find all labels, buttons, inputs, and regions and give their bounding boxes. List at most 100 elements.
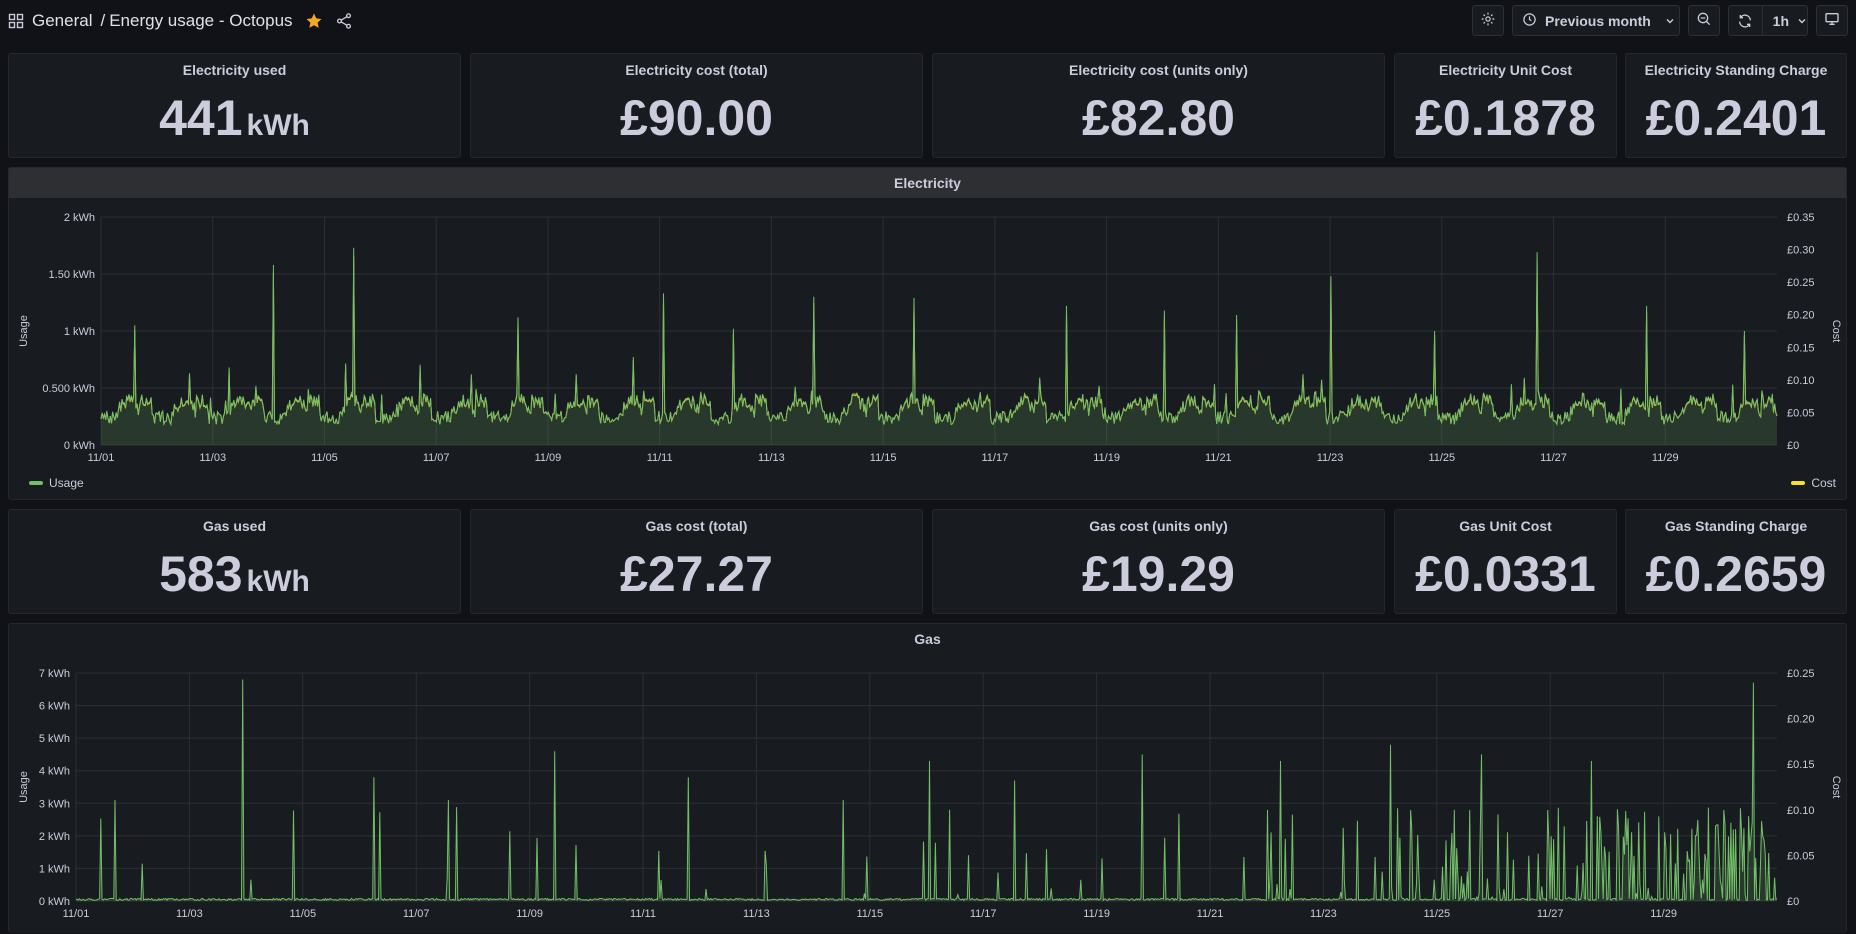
stat-title: Electricity used [182,62,287,78]
y2-tick-label: £0.10 [1787,375,1815,387]
stat-value: £27.27 [620,546,773,602]
x-tick-label: 11/03 [176,908,203,920]
y2-tick-label: £0 [1787,440,1799,452]
electricity-chart: 0 kWh 0.500 kWh 1 kWh 1.50 kWh 2 kWh £0 £0.05 £… [18,212,1842,464]
top-bar: General / Energy usage - Octopus Previou… [0,0,1856,44]
refresh-picker[interactable]: 1h [1728,5,1808,36]
x-tick-label: 11/27 [1540,452,1567,464]
stat-value: £82.80 [1082,90,1235,146]
x-tick-label: 11/05 [289,908,316,920]
stat-gas-unit-cost[interactable]: Gas Unit Cost £0.0331 [1394,509,1617,614]
x-tick-label: 11/17 [982,452,1009,464]
y-tick-label: 0 kWh [64,440,95,452]
y-tick-label: 6 kWh [39,701,70,713]
legend-item-cost[interactable]: Cost [1791,476,1836,490]
zoom-out-icon [1696,11,1712,30]
y-tick-label: 1 kWh [39,863,70,875]
breadcrumb: General / Energy usage - Octopus [8,8,353,34]
usage-area [76,679,1777,901]
x-tick-label: 11/15 [870,452,897,464]
tv-mode-button[interactable] [1816,5,1848,36]
breadcrumb-separator: / [100,11,106,30]
y2-tick-label: £0.05 [1787,850,1815,862]
stat-title: Gas used [202,518,267,534]
electricity-chart-panel[interactable]: Electricity 0 kWh 0.500 kWh 1 kWh 1.50 kWh 2… [8,167,1847,500]
refresh-interval: 1h [1772,12,1789,29]
y-axis-title: Usage [18,771,30,803]
x-tick-label: 11/11 [630,908,656,920]
stat-title: Electricity Standing Charge [1644,62,1828,78]
y-tick-label: 2 kWh [39,831,70,843]
x-tick-label: 11/23 [1317,452,1344,464]
settings-button[interactable] [1472,5,1504,36]
grid-icon[interactable] [8,13,24,29]
refresh-icon[interactable] [1729,6,1763,35]
y-tick-label: 0.500 kWh [42,383,95,395]
gas-chart-panel[interactable]: Gas 0 kWh 1 kWh 2 kWh 3 kWh 4 kWh 5 kWh 6 kWh 7… [8,623,1847,933]
stat-value: 441 kWh [159,90,310,146]
stat-title: Electricity Unit Cost [1438,62,1573,78]
x-tick-label: 11/25 [1428,452,1455,464]
stat-gas-cost-total[interactable]: Gas cost (total) £27.27 [470,509,923,614]
y2-tick-label: £0.30 [1787,245,1815,257]
x-tick-label: 11/13 [758,452,785,464]
x-tick-label: 11/21 [1205,452,1232,464]
y2-tick-label: £0.05 [1787,407,1815,419]
stat-value: 583 kWh [159,546,310,602]
y-tick-label: 1.50 kWh [49,269,95,281]
x-tick-label: 11/27 [1537,908,1564,920]
stat-electricity-standing-charge[interactable]: Electricity Standing Charge £0.2401 [1625,53,1847,158]
x-tick-label: 11/15 [856,908,883,920]
chevron-down-icon [1665,13,1675,29]
y2-tick-label: £0.15 [1787,759,1815,771]
dashboard-title[interactable]: Energy usage - Octopus [109,11,292,31]
time-range-label: Previous month [1545,12,1651,29]
x-tick-label: 11/23 [1310,908,1337,920]
stat-value: £0.2659 [1645,546,1827,602]
stat-electricity-cost-units[interactable]: Electricity cost (units only) £82.80 [932,53,1385,158]
y2-tick-label: £0.20 [1787,714,1815,726]
stat-title: Gas cost (total) [645,518,748,534]
stat-value: £90.00 [620,90,773,146]
legend-swatch [29,481,43,485]
y-tick-label: 2 kWh [64,212,95,224]
y2-tick-label: £0.35 [1787,212,1815,224]
stat-gas-cost-units[interactable]: Gas cost (units only) £19.29 [932,509,1385,614]
stat-electricity-used[interactable]: Electricity used 441 kWh [8,53,461,158]
x-tick-label: 11/13 [743,908,770,920]
x-tick-label: 11/01 [63,908,90,920]
folder-link[interactable]: General [32,11,92,31]
share-icon[interactable] [335,12,353,30]
y2-axis-title: Cost [1830,776,1842,799]
x-tick-label: 11/11 [647,452,673,464]
stat-gas-standing-charge[interactable]: Gas Standing Charge £0.2659 [1625,509,1847,614]
stat-gas-used[interactable]: Gas used 583 kWh [8,509,461,614]
stat-electricity-cost-total[interactable]: Electricity cost (total) £90.00 [470,53,923,158]
y-tick-label: 5 kWh [39,733,70,745]
y-tick-label: 4 kWh [39,766,70,778]
y2-tick-label: £0 [1787,896,1799,908]
time-range-picker[interactable]: Previous month [1512,5,1680,36]
y2-tick-label: £0.15 [1787,342,1815,354]
x-tick-label: 11/19 [1093,452,1120,464]
x-tick-label: 11/07 [423,452,450,464]
gear-icon [1480,11,1496,30]
chevron-down-icon [1797,13,1807,29]
y-tick-label: 7 kWh [39,668,70,680]
stat-value: £0.1878 [1415,90,1596,146]
legend-swatch [1791,481,1806,485]
stat-value: £19.29 [1082,546,1235,602]
star-icon[interactable] [305,12,323,30]
legend-label: Cost [1811,476,1836,490]
y2-tick-label: £0.25 [1787,668,1815,680]
stat-title: Gas Standing Charge [1664,518,1808,534]
x-tick-label: 11/09 [516,908,543,920]
legend-item-usage[interactable]: Usage [29,476,84,490]
y2-tick-label: £0.10 [1787,805,1815,817]
stat-value: £0.0331 [1415,546,1596,602]
usage-series-line [75,679,1778,902]
zoom-out-button[interactable] [1688,5,1720,36]
x-tick-label: 11/29 [1650,908,1677,920]
y-tick-label: 3 kWh [39,798,70,810]
stat-electricity-unit-cost[interactable]: Electricity Unit Cost £0.1878 [1394,53,1617,158]
